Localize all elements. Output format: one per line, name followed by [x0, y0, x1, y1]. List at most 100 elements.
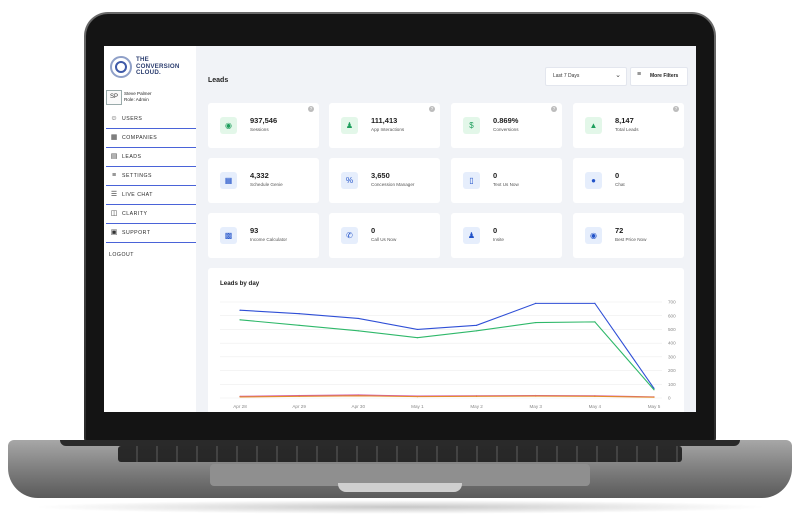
brand-logo[interactable]: THE CONVERSION CLOUD.: [110, 54, 196, 84]
stat-card-income-calculator[interactable]: ▩ 93 Income Calculator: [208, 213, 319, 258]
stat-card-text-us-now[interactable]: ▯ 0 Text Us Now: [451, 158, 562, 203]
y-tick-label: 600: [668, 313, 676, 318]
sidebar-item-label: USERS: [122, 116, 143, 122]
logo-line: CLOUD.: [136, 69, 161, 77]
data-point: [594, 302, 596, 304]
calendar-icon: ▦: [220, 172, 237, 189]
data-point: [475, 395, 478, 397]
sidebar-item-companies[interactable]: ▦ COMPANIES: [106, 129, 196, 148]
y-tick-label: 200: [668, 368, 676, 373]
stat-card-chat[interactable]: ● 0 Chat: [573, 158, 684, 203]
chat-icon: ☰: [110, 191, 118, 198]
x-tick-label: May 1: [411, 404, 424, 409]
stat-card-conversions[interactable]: $ 0.869% Conversions ?: [451, 103, 562, 148]
data-point: [475, 324, 478, 326]
stat-card-schedule-genie[interactable]: ▦ 4,332 Schedule Genie: [208, 158, 319, 203]
stat-card-best-price-now[interactable]: ◉ 72 Best Price Now: [573, 213, 684, 258]
user-info: Steve Palmer Role: Admin: [124, 91, 152, 103]
sidebar-item-support[interactable]: ▣ SUPPORT: [106, 224, 196, 243]
data-point: [298, 395, 300, 397]
user-icon: ☺: [110, 115, 118, 122]
person-icon: ♟: [341, 117, 358, 134]
user-role: Role: Admin: [124, 97, 149, 102]
data-point: [239, 309, 241, 311]
sidebar-item-live-chat[interactable]: ☰ LIVE CHAT: [106, 186, 196, 205]
stat-card-total-leads[interactable]: ▲ 8,147 Total Leads ?: [573, 103, 684, 148]
user-profile[interactable]: SP Steve Palmer Role: Admin: [106, 90, 196, 106]
stat-value: 0.869%: [493, 116, 519, 125]
stat-value: 93: [250, 226, 259, 235]
help-icon[interactable]: ?: [673, 106, 679, 112]
stat-card-insite[interactable]: ♟ 0 Insite: [451, 213, 562, 258]
more-filters-button[interactable]: ≡ More Filters: [630, 67, 688, 86]
y-tick-label: 100: [668, 382, 676, 387]
sidebar-item-label: LIVE CHAT: [122, 192, 153, 198]
stat-card-call-us-now[interactable]: ✆ 0 Call Us Now: [329, 213, 440, 258]
x-tick-label: Apr 28: [233, 404, 247, 409]
sidebar-item-label: SUPPORT: [122, 230, 151, 236]
series-line-0: [239, 302, 655, 389]
laptop-notch: [338, 483, 462, 492]
data-point: [357, 317, 359, 320]
sidebar-item-label: COMPANIES: [122, 135, 158, 141]
sidebar-item-users[interactable]: ☺ USERS: [106, 110, 196, 129]
y-tick-label: 300: [668, 354, 676, 359]
stat-label: Total Leads: [615, 127, 639, 132]
sidebar: THE CONVERSION CLOUD. SP Steve Palmer Ro…: [104, 46, 196, 412]
help-icon[interactable]: ?: [308, 106, 314, 112]
data-point: [594, 395, 596, 397]
tag-icon: %: [341, 172, 358, 189]
list-icon: ▤: [110, 153, 118, 160]
logout-link[interactable]: LOGOUT: [109, 252, 134, 258]
data-point: [475, 330, 478, 332]
stat-value: 0: [615, 171, 620, 180]
stat-value: 111,413: [371, 116, 398, 125]
sidebar-item-label: LEADS: [122, 154, 142, 160]
document-icon: ◫: [110, 210, 118, 217]
stat-card-concession-manager[interactable]: % 3,650 Concession Manager: [329, 158, 440, 203]
data-point: [653, 389, 655, 391]
data-point: [416, 396, 419, 398]
stat-value: 4,332: [250, 171, 269, 180]
data-point: [535, 321, 537, 324]
laptop-shadow: [30, 500, 770, 514]
stat-label: Income Calculator: [250, 237, 288, 242]
stat-label: App Interactions: [371, 127, 405, 132]
series-line-3: [239, 395, 655, 398]
date-range-select[interactable]: Last 7 Days ⌄: [545, 67, 627, 86]
help-icon[interactable]: ?: [551, 106, 557, 112]
stat-card-app-interactions[interactable]: ♟ 111,413 App Interactions ?: [329, 103, 440, 148]
data-point: [298, 324, 300, 326]
stat-value: 72: [615, 226, 624, 235]
stat-label: Schedule Genie: [250, 182, 283, 187]
logo-inner-icon: [115, 61, 127, 73]
data-point: [594, 321, 596, 323]
stat-label: Chat: [615, 182, 625, 187]
y-tick-label: 0: [668, 396, 671, 401]
sidebar-item-clarity[interactable]: ◫ CLARITY: [106, 205, 196, 224]
stat-value: 3,650: [371, 171, 390, 180]
sidebar-item-settings[interactable]: ≡ SETTINGS: [106, 167, 196, 186]
page-title: Leads: [208, 77, 229, 84]
data-point: [239, 319, 241, 321]
stat-value: 0: [493, 226, 498, 235]
stat-value: 937,546: [250, 116, 278, 125]
sliders-icon: ≡: [111, 172, 117, 179]
data-point: [239, 396, 241, 398]
flame-icon: ▲: [585, 117, 602, 134]
help-icon[interactable]: ?: [429, 106, 435, 112]
stat-label: Sessions: [250, 127, 269, 132]
chat-bubble-icon: ●: [585, 172, 602, 189]
stat-value: 0: [493, 171, 498, 180]
laptop-keyboard: [118, 446, 682, 462]
chevron-down-icon: ⌄: [615, 72, 621, 79]
calculator-icon: ▩: [220, 227, 237, 244]
people-icon: ♟: [463, 227, 480, 244]
sidebar-item-leads[interactable]: ▤ LEADS: [106, 148, 196, 167]
sidebar-item-label: CLARITY: [122, 211, 148, 217]
data-point: [416, 328, 419, 331]
data-point: [535, 395, 537, 397]
y-tick-label: 500: [668, 327, 676, 332]
more-filters-label: More Filters: [650, 73, 679, 79]
stat-card-sessions[interactable]: ◉ 937,546 Sessions ?: [208, 103, 319, 148]
